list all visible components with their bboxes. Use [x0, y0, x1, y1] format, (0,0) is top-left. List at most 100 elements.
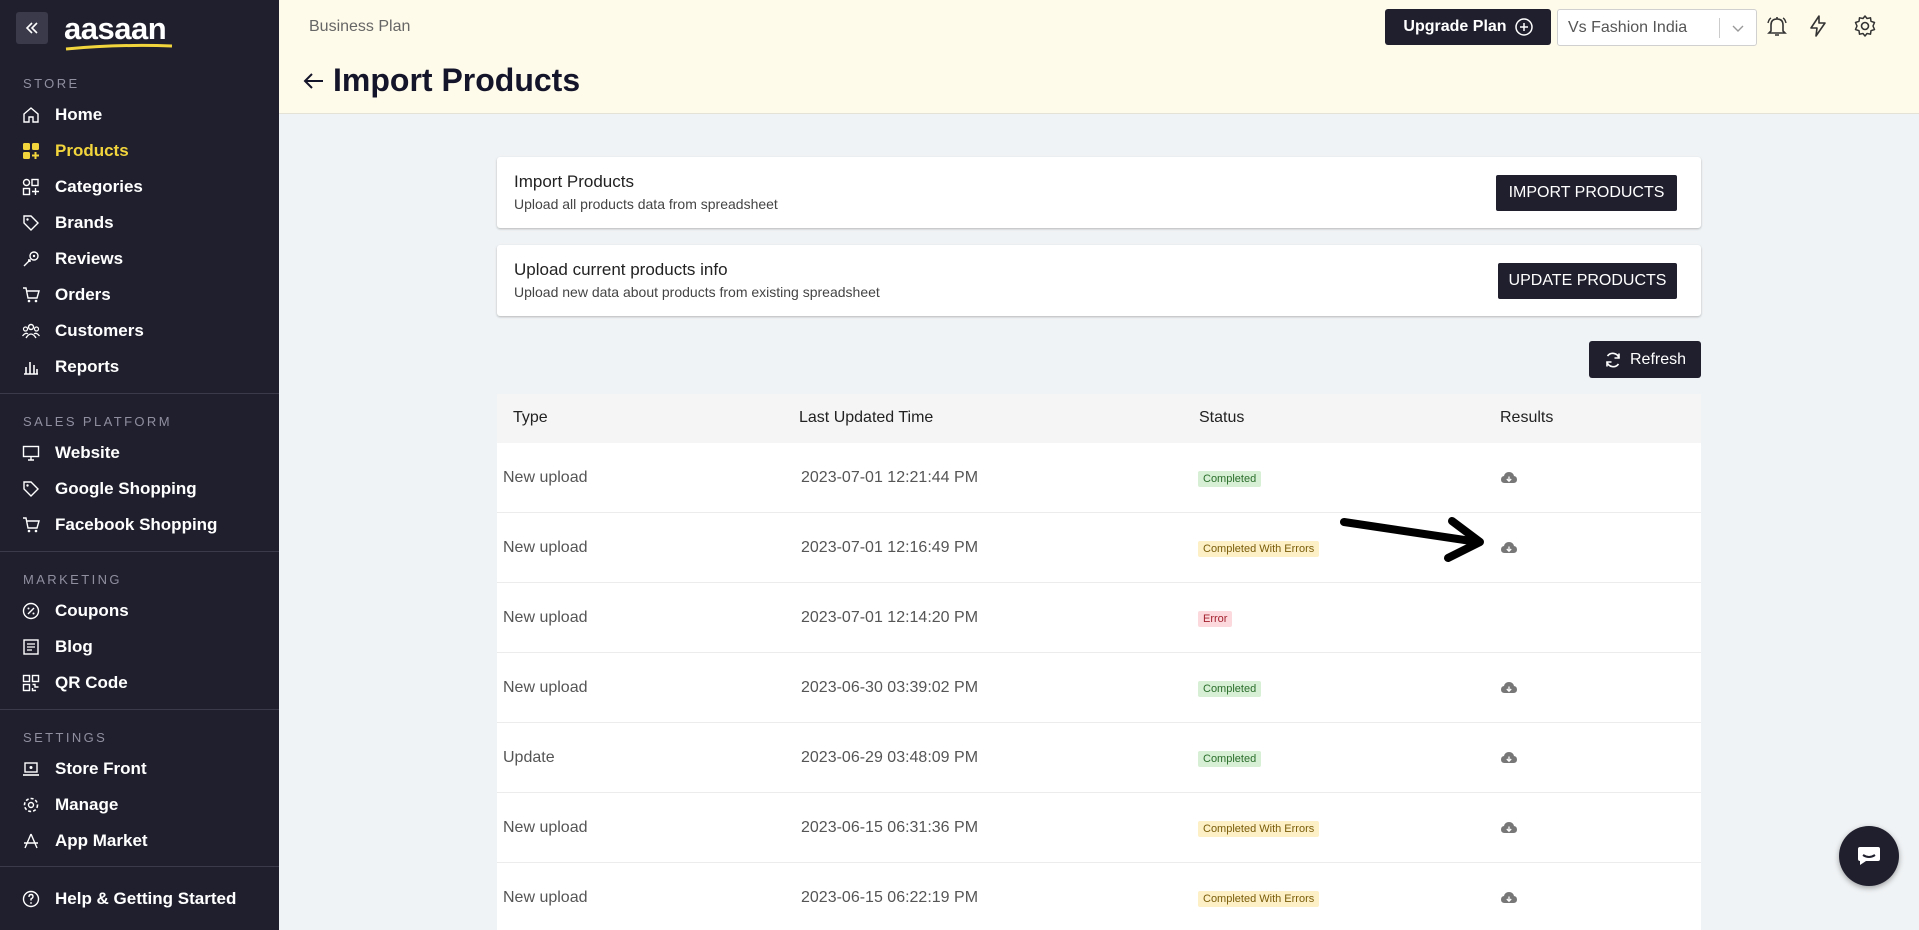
sidebar-item-label: Orders: [55, 285, 111, 304]
refresh-icon: [1606, 352, 1620, 367]
status-badge: Completed With Errors: [1198, 539, 1320, 557]
table-row: New upload 2023-06-15 06:22:19 PM Comple…: [497, 863, 1701, 930]
row-time: 2023-07-01 12:21:44 PM: [801, 469, 979, 486]
row-time: 2023-06-15 06:22:19 PM: [801, 889, 979, 906]
aasaan-logo[interactable]: aasaan: [64, 13, 173, 50]
collapse-sidebar-button[interactable]: [16, 12, 48, 44]
sidebar-item-facebook-shopping[interactable]: Facebook Shopping: [0, 507, 279, 543]
qr-code-icon: [22, 674, 40, 692]
sidebar-item-label: Blog: [55, 637, 93, 656]
settings-gear-icon[interactable]: [1853, 14, 1877, 38]
row-type: Update: [503, 749, 555, 766]
sidebar-item-products[interactable]: Products: [0, 133, 279, 169]
sidebar-item-label: Google Shopping: [55, 479, 197, 498]
row-time: 2023-07-01 12:16:49 PM: [801, 539, 979, 556]
bar-chart-icon: [24, 362, 38, 375]
imports-table: Type Last Updated Time Status Results Ne…: [497, 394, 1701, 930]
sidebar-top: aasaan: [0, 0, 279, 56]
header-type: Type: [513, 409, 548, 426]
sidebar-divider: [0, 551, 279, 552]
update-card-subtitle: Upload new data about products from exis…: [514, 284, 880, 300]
cloud-download-icon[interactable]: [1500, 470, 1518, 486]
cloud-download-icon[interactable]: [1500, 680, 1518, 696]
sidebar-item-label: Categories: [55, 177, 143, 196]
chat-icon: [1858, 847, 1880, 865]
laptop-icon: [23, 762, 39, 776]
sidebar-item-coupons[interactable]: Coupons: [0, 593, 279, 629]
plus-circle-icon: [1514, 18, 1533, 36]
cloud-download-icon[interactable]: [1500, 750, 1518, 766]
import-products-card: Import Products Upload all products data…: [497, 157, 1701, 228]
row-type: New upload: [503, 539, 588, 556]
sidebar-item-google-shopping[interactable]: Google Shopping: [0, 471, 279, 507]
row-type: New upload: [503, 819, 588, 836]
sidebar-item-reviews[interactable]: Reviews: [0, 241, 279, 277]
status-badge: Completed: [1198, 749, 1262, 767]
cloud-download-icon[interactable]: [1500, 820, 1518, 836]
row-time: 2023-06-15 06:31:36 PM: [801, 819, 979, 836]
status-completed: Completed: [1198, 471, 1262, 487]
sidebar-item-store-front[interactable]: Store Front: [0, 751, 279, 787]
bell-icon[interactable]: [1765, 14, 1789, 38]
sidebar-item-label: Home: [55, 105, 103, 124]
reviews-icon: [23, 251, 39, 267]
status-badge: Completed: [1198, 469, 1262, 487]
title-row: Import Products: [301, 62, 580, 99]
sidebar-item-reports[interactable]: Reports: [0, 349, 279, 385]
update-products-button[interactable]: UPDATE PRODUCTS: [1498, 263, 1677, 299]
sidebar-item-label: Coupons: [55, 601, 129, 620]
sidebar-item-website[interactable]: Website: [0, 435, 279, 471]
sidebar-item-brands[interactable]: Brands: [0, 205, 279, 241]
header-last-updated: Last Updated Time: [799, 409, 934, 426]
help-label: Help & Getting Started: [55, 888, 237, 908]
tag-icon: [23, 481, 39, 497]
cart-icon: [23, 517, 40, 533]
sidebar-item-label: Customers: [55, 321, 144, 340]
lightning-icon[interactable]: [1806, 14, 1830, 38]
status-completed: Completed: [1198, 751, 1262, 767]
sidebar-divider: [0, 393, 279, 394]
section-store: STORE: [23, 76, 80, 91]
row-time: 2023-07-01 12:14:20 PM: [801, 609, 979, 626]
store-select[interactable]: Vs Fashion India: [1557, 9, 1757, 46]
sidebar-item-label: Facebook Shopping: [55, 515, 218, 534]
sidebar-item-manage[interactable]: Manage: [0, 787, 279, 823]
sidebar-item-blog[interactable]: Blog: [0, 629, 279, 665]
refresh-button[interactable]: Refresh: [1589, 341, 1701, 378]
sidebar-item-app-market[interactable]: App Market: [0, 823, 279, 859]
sidebar-item-customers[interactable]: Customers: [0, 313, 279, 349]
select-separator: [1719, 18, 1720, 38]
tag-icon: [23, 215, 39, 231]
sidebar-item-label: App Market: [55, 831, 148, 850]
import-products-button[interactable]: IMPORT PRODUCTS: [1496, 175, 1677, 211]
sidebar-item-orders[interactable]: Orders: [0, 277, 279, 313]
cloud-download-icon[interactable]: [1500, 890, 1518, 906]
sidebar-item-categories[interactable]: Categories: [0, 169, 279, 205]
row-time: 2023-06-29 03:48:09 PM: [801, 749, 979, 766]
help-circle-icon: [22, 890, 40, 907]
sidebar-item-label: Manage: [55, 795, 119, 814]
coupon-icon: [22, 602, 40, 620]
help-getting-started[interactable]: Help & Getting Started: [0, 866, 279, 930]
cloud-download-icon[interactable]: [1500, 540, 1518, 556]
chevron-down-icon: [1732, 25, 1744, 32]
update-card-title: Upload current products info: [514, 260, 728, 279]
table-header: Type Last Updated Time Status Results: [497, 394, 1701, 443]
row-type: New upload: [503, 469, 588, 486]
table-row: New upload 2023-06-30 03:39:02 PM Comple…: [497, 653, 1701, 723]
import-card-title: Import Products: [514, 172, 634, 191]
back-arrow-icon[interactable]: [301, 68, 327, 94]
row-time: 2023-06-30 03:39:02 PM: [801, 679, 979, 696]
logo-swoosh-icon: [65, 43, 173, 50]
plan-label: Business Plan: [309, 18, 411, 35]
app-store-icon: [24, 833, 38, 849]
sidebar-item-qr-code[interactable]: QR Code: [0, 665, 279, 701]
chat-support-button[interactable]: [1839, 826, 1899, 886]
users-icon: [22, 323, 40, 339]
annotation-arrow-icon: [1340, 517, 1484, 562]
import-card-subtitle: Upload all products data from spreadshee…: [514, 196, 778, 212]
sidebar-item-home[interactable]: Home: [0, 97, 279, 133]
sidebar-item-label: Reviews: [55, 249, 124, 268]
page-title: Import Products: [333, 62, 581, 98]
upgrade-plan-button[interactable]: Upgrade Plan: [1385, 9, 1551, 45]
